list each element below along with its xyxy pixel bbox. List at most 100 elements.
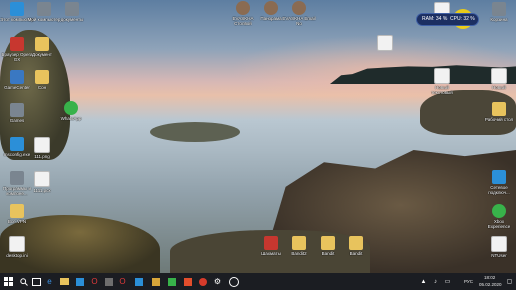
tray-network[interactable]: ▲ — [418, 276, 429, 287]
control-panel-icon — [10, 171, 24, 185]
desktop-icon-vpn[interactable]: Все VPN — [0, 204, 34, 224]
windows-icon — [4, 277, 13, 286]
chess-icon — [264, 236, 278, 250]
desktop-icon-file[interactable] — [368, 35, 402, 52]
desktop-icon-recycle[interactable]: Корзина — [482, 2, 516, 22]
desktop-icon-label: NTUser — [491, 253, 507, 258]
document-icon — [65, 2, 79, 16]
avatar-icon — [236, 1, 250, 15]
start-button[interactable] — [3, 276, 14, 287]
desktop-icon-label: 111.png — [34, 154, 50, 159]
settings-icon — [10, 137, 24, 151]
desktop-icon-label: Сон — [37, 85, 47, 90]
desktop-background: Этот компьютер Мой компьютер документы Б… — [0, 0, 516, 273]
taskbar: e O O ⚙ ▲ ♪ ▭ РУС 18:02 05.02.2020 ▢ — [0, 273, 516, 290]
taskbar-app-1[interactable] — [103, 276, 114, 287]
opera-icon — [10, 37, 24, 51]
desktop-icon-ntuser[interactable]: NTUser — [482, 236, 516, 258]
gamecenter-icon — [10, 70, 24, 84]
edge-icon: e — [47, 277, 52, 286]
widget-cpu: CPU: 32 % — [450, 16, 475, 22]
desktop-icon-label: Сетевое подключ... — [488, 185, 510, 195]
document-icon — [9, 236, 25, 252]
task-view-button[interactable] — [31, 276, 42, 287]
taskbar-opera[interactable]: O — [89, 276, 100, 287]
search-button[interactable] — [18, 276, 29, 287]
desktop-icon-xbox[interactable]: Xbox Experience — [482, 204, 516, 229]
app-icon — [134, 277, 143, 286]
computer-icon — [37, 2, 51, 16]
desktop-icon-label: документы — [60, 17, 84, 22]
desktop-icon-label: Новый — [492, 85, 506, 90]
notification-button[interactable]: ▢ — [504, 276, 515, 287]
desktop-icon-label: 1111.pcx — [33, 188, 51, 193]
tray-date[interactable]: 05.02.2020 — [479, 282, 502, 287]
computer-icon — [10, 2, 24, 16]
desktop-icon-word[interactable]: Документ — [25, 37, 59, 57]
tray-time[interactable]: 18:02 — [484, 275, 495, 280]
desktop-icon-games[interactable]: Games — [0, 103, 34, 123]
recycle-bin-icon — [492, 2, 506, 16]
task-view-icon — [32, 277, 41, 286]
store-icon — [75, 277, 84, 286]
document-icon — [377, 35, 393, 51]
desktop-icon-label: Рабочий стол — [484, 117, 514, 122]
document-icon — [491, 236, 507, 252]
desktop-icon-avatar-3[interactable]: EVASKHA Email No — [282, 1, 316, 26]
folder-icon — [35, 70, 49, 84]
folder-icon — [10, 204, 24, 218]
opera-gx-icon: O — [119, 277, 126, 286]
folder-icon — [492, 102, 506, 116]
desktop-icon-text-file[interactable]: Новый текстовый — [425, 68, 459, 95]
desktop-icon-new[interactable]: Новый — [482, 68, 516, 90]
taskbar-edge[interactable]: e — [44, 276, 55, 287]
document-icon — [491, 68, 507, 84]
taskbar-settings[interactable]: ⚙ — [212, 276, 223, 287]
network-icon: ▲ — [420, 278, 427, 285]
desktop-icon-desktop-folder[interactable]: Рабочий стол — [482, 102, 516, 122]
rock-mid — [150, 122, 240, 142]
tray-volume[interactable]: ♪ — [430, 276, 441, 287]
taskbar-opera-gx[interactable]: O — [117, 276, 128, 287]
tray-battery[interactable]: ▭ — [442, 276, 453, 287]
app-icon — [104, 277, 113, 286]
desktop-icon-whatsapp[interactable]: WhatsApp — [54, 101, 88, 121]
games-icon — [10, 103, 24, 117]
whatsapp-icon — [64, 101, 78, 115]
desktop-icon-label: Все VPN — [7, 219, 27, 224]
taskbar-app-7[interactable] — [228, 276, 239, 287]
volume-icon: ♪ — [434, 278, 437, 285]
folder-icon — [321, 236, 335, 250]
taskbar-explorer[interactable] — [59, 276, 70, 287]
image-file-icon — [34, 137, 50, 153]
desktop-icon-label: Документ — [32, 52, 52, 57]
taskbar-app-4[interactable] — [166, 276, 177, 287]
image-file-icon — [34, 171, 50, 187]
desktop-icon-network[interactable]: Сетевое подключ... — [482, 170, 516, 195]
tray-language[interactable]: РУС — [464, 279, 473, 284]
desktop-icon-bandit-b[interactable]: Bandit — [339, 236, 373, 256]
app-icon — [228, 276, 239, 287]
desktop-icon-label: Bandit — [349, 251, 363, 256]
avatar-icon — [292, 1, 306, 15]
xbox-icon — [492, 204, 506, 218]
desktop-icon-cc[interactable]: Сон — [25, 70, 59, 90]
battery-icon: ▭ — [444, 279, 451, 285]
folder-icon — [349, 236, 363, 250]
app-icon — [167, 277, 176, 286]
taskbar-store[interactable] — [74, 276, 85, 287]
system-monitor-widget[interactable]: RAM: 34 % CPU: 32 % — [417, 14, 478, 25]
desktop-icon-desktop-ini[interactable]: desktop.ini — [0, 236, 34, 258]
avatar-icon — [264, 1, 278, 15]
desktop-icon-pics[interactable]: 1111.pcx — [25, 171, 59, 193]
folder-icon — [60, 278, 69, 285]
taskbar-app-6[interactable] — [197, 276, 208, 287]
desktop-icon-image[interactable]: 111.png — [25, 137, 59, 159]
network-icon — [492, 170, 506, 184]
taskbar-app-3[interactable] — [150, 276, 161, 287]
taskbar-app-2[interactable] — [133, 276, 144, 287]
desktop-icon-docs[interactable]: документы — [55, 2, 89, 22]
desktop-icon-label: WhatsApp — [60, 116, 82, 121]
taskbar-app-5[interactable] — [182, 276, 193, 287]
desktop-icon-label: Xbox Experience — [487, 219, 511, 229]
